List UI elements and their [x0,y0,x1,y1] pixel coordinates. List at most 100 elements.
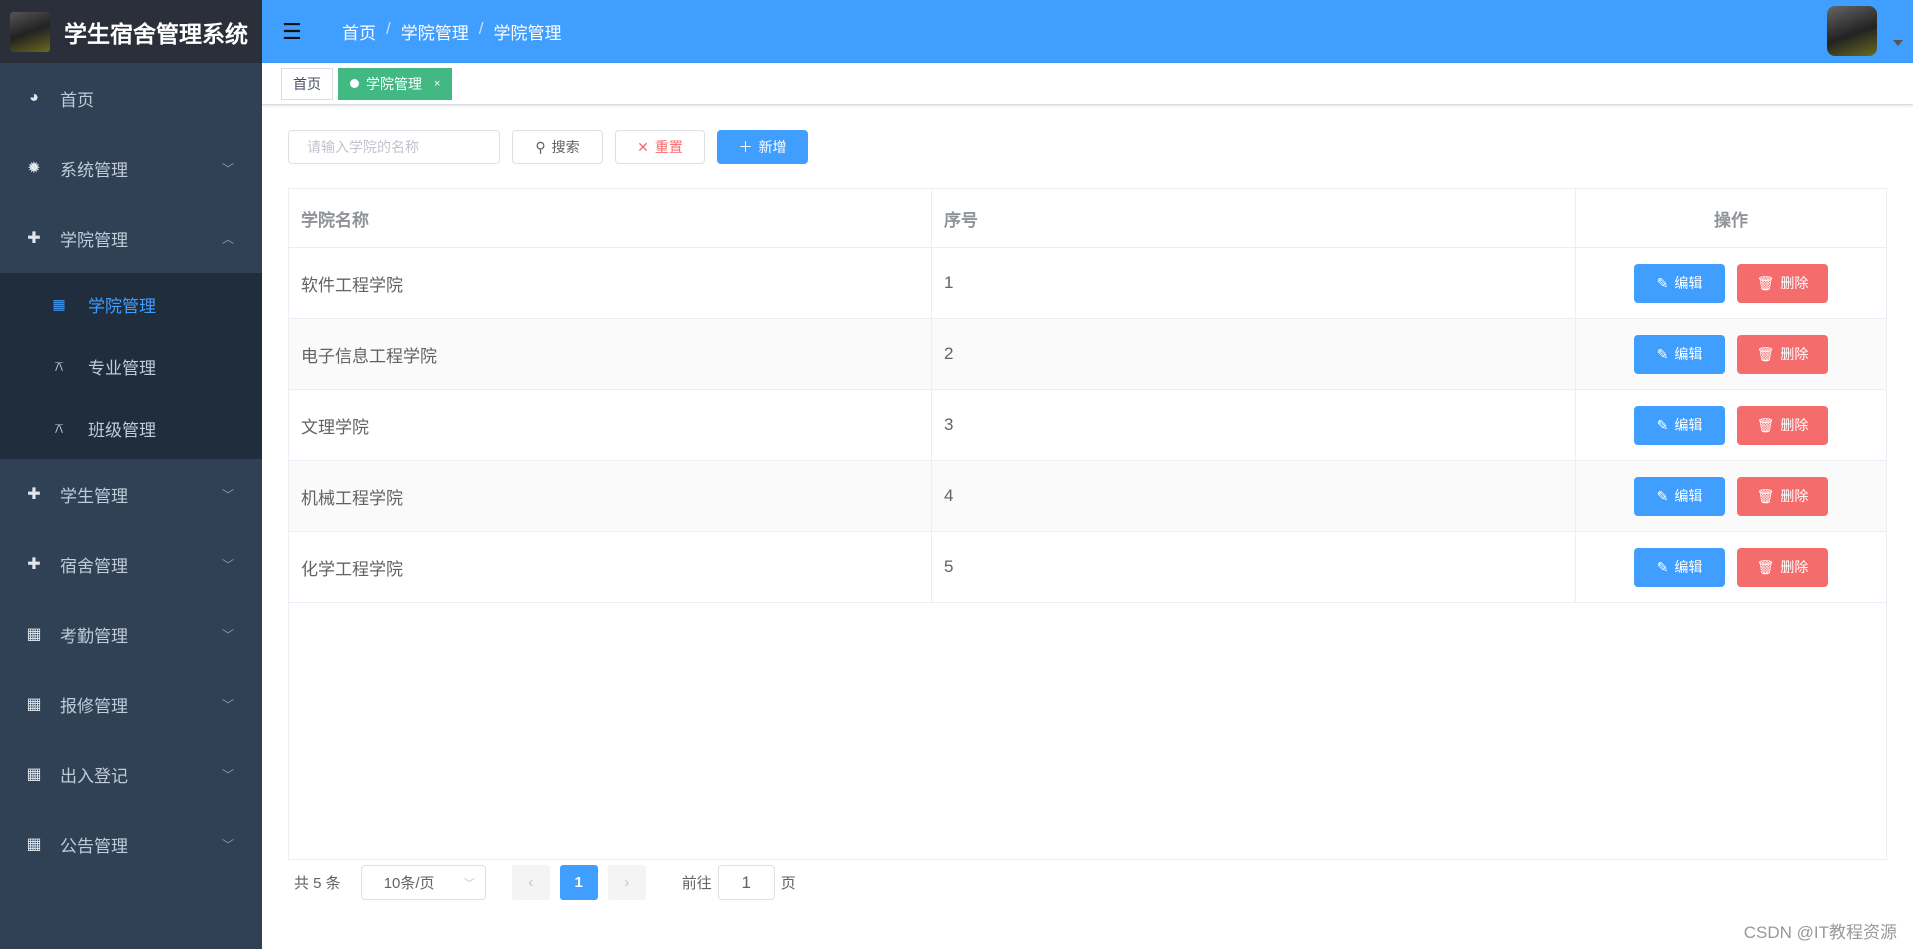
edit-icon: ✎ [1656,558,1669,575]
tab-label: 首页 [293,75,321,92]
actions-cell: ✎ 编辑 🗑 删除 [1576,319,1886,389]
sequence-cell: 3 [932,390,1576,460]
chevron-right-icon: › [624,874,630,891]
table-row: 机械工程学院 4 ✎ 编辑 🗑 删除 [289,461,1886,532]
logo-image [10,11,50,52]
submenu-item-college[interactable]: ▦ 学院管理 [0,273,262,335]
circle-plus-icon: ✚ [27,486,41,503]
sequence-cell: 5 [932,532,1576,602]
edit-icon: ✎ [1656,345,1669,362]
goto-page-input[interactable] [717,865,775,900]
sidebar-item-label: 考勤管理 [60,626,128,646]
delete-label: 删除 [1780,417,1809,433]
sidebar-item-label: 报修管理 [60,696,128,716]
edit-label: 编辑 [1674,488,1703,504]
edit-icon: ✎ [1656,274,1669,291]
sidebar-item-college[interactable]: ✚ 学院管理 ︿ [0,203,262,273]
edit-button[interactable]: ✎ 编辑 [1634,476,1725,516]
sidebar-item-label: 公告管理 [60,836,128,856]
breadcrumb-item: 学院管理 [400,24,469,43]
sidebar-item-system[interactable]: ✹ 系统管理 ﹀ [0,133,262,203]
chevron-down-icon: ﹀ [463,877,475,890]
chevron-down-icon: ﹀ [221,161,234,176]
sidebar-item-dorm[interactable]: ✚ 宿舍管理 ﹀ [0,529,262,599]
table-icon: ▦ [52,295,66,312]
sidebar-item-label: 首页 [60,90,94,110]
actions-cell: ✎ 编辑 🗑 删除 [1576,248,1886,318]
sidebar-item-home[interactable]: ◕ 首页 [0,63,262,133]
delete-label: 删除 [1780,275,1809,291]
delete-button[interactable]: 🗑 删除 [1737,547,1828,587]
college-name-search-input[interactable] [288,130,500,164]
logo: 学生宿舍管理系统 [0,0,262,63]
goto-page: 前往 页 [682,865,796,900]
watermark: CSDN @IT教程资源 [1743,923,1897,942]
delete-label: 删除 [1780,346,1809,362]
edit-label: 编辑 [1674,346,1703,362]
table-row: 文理学院 3 ✎ 编辑 🗑 删除 [289,390,1886,461]
reset-button[interactable]: ✕ 重置 [615,130,705,164]
sequence-cell: 2 [932,319,1576,389]
close-icon: ✕ [637,138,649,155]
prev-page-button[interactable]: ‹ [511,865,550,900]
chevron-left-icon: ‹ [528,874,534,891]
sidebar-item-notice[interactable]: ▦ 公告管理 ﹀ [0,809,262,879]
chevron-down-icon: ﹀ [221,697,234,712]
submenu-label: 专业管理 [88,358,156,378]
page-size-select[interactable]: 10条/页 ﹀ [360,865,486,900]
edit-button[interactable]: ✎ 编辑 [1634,547,1725,587]
submenu-item-class[interactable]: ⚻ 班级管理 [0,397,262,459]
actions-cell: ✎ 编辑 🗑 删除 [1576,461,1886,531]
page-number-button[interactable]: 1 [559,865,598,900]
hamburger-toggle-icon[interactable]: ☰ [282,19,308,45]
submenu-item-major[interactable]: ⚻ 专业管理 [0,335,262,397]
trash-icon: 🗑 [1756,416,1775,433]
search-button[interactable]: ⚲ 搜索 [512,130,603,164]
pagination: 共 5 条 10条/页 ﹀ ‹ 1 › 前往 页 [294,865,796,900]
search-toolbar: ⚲ 搜索 ✕ 重置 ＋ 新增 [288,130,808,164]
sidebar-item-label: 出入登记 [60,766,128,786]
sidebar-item-repair[interactable]: ▦ 报修管理 ﹀ [0,669,262,739]
circle-plus-icon: ✚ [27,230,41,247]
edit-label: 编辑 [1674,559,1703,575]
breadcrumb-separator: / [386,19,391,38]
edit-button[interactable]: ✎ 编辑 [1634,405,1725,445]
add-button[interactable]: ＋ 新增 [717,130,808,164]
sidebar-item-student[interactable]: ✚ 学生管理 ﹀ [0,459,262,529]
breadcrumb-item[interactable]: 首页 [342,19,376,44]
college-name-cell: 化学工程学院 [289,532,932,602]
table-row: 软件工程学院 1 ✎ 编辑 🗑 删除 [289,248,1886,319]
column-header: 操作 [1714,210,1748,230]
table-icon: ▦ [26,836,42,853]
tab-college[interactable]: 学院管理 × [338,67,453,100]
delete-button[interactable]: 🗑 删除 [1737,263,1828,303]
edit-button[interactable]: ✎ 编辑 [1634,334,1725,374]
avatar[interactable] [1827,6,1877,56]
column-header: 序号 [932,189,1576,247]
actions-cell: ✎ 编辑 🗑 删除 [1576,532,1886,602]
table-row: 化学工程学院 5 ✎ 编辑 🗑 删除 [289,532,1886,603]
sidebar-item-access[interactable]: ▦ 出入登记 ﹀ [0,739,262,809]
chevron-down-icon: ﹀ [221,487,234,502]
app-title: 学生宿舍管理系统 [64,20,248,47]
delete-button[interactable]: 🗑 删除 [1737,334,1828,374]
reset-label: 重置 [654,139,683,155]
breadcrumb: 首页 / 学院管理 / 学院管理 [342,19,561,44]
goto-label: 前往 [681,875,712,892]
delete-button[interactable]: 🗑 删除 [1737,476,1828,516]
next-page-button[interactable]: › [607,865,646,900]
close-icon[interactable]: × [434,78,440,90]
edit-button[interactable]: ✎ 编辑 [1634,263,1725,303]
circle-plus-icon: ✚ [27,556,41,573]
tab-home[interactable]: 首页 [281,67,333,100]
delete-button[interactable]: 🗑 删除 [1737,405,1828,445]
edit-label: 编辑 [1674,275,1703,291]
caret-down-icon[interactable] [1893,40,1903,46]
sidebar-item-attendance[interactable]: ▦ 考勤管理 ﹀ [0,599,262,669]
top-header: ☰ 首页 / 学院管理 / 学院管理 [262,0,1913,63]
college-name-cell: 机械工程学院 [289,461,932,531]
delete-label: 删除 [1780,559,1809,575]
active-dot-icon [350,79,359,88]
gear-icon: ✹ [27,160,41,177]
table-icon: ▦ [26,626,42,643]
